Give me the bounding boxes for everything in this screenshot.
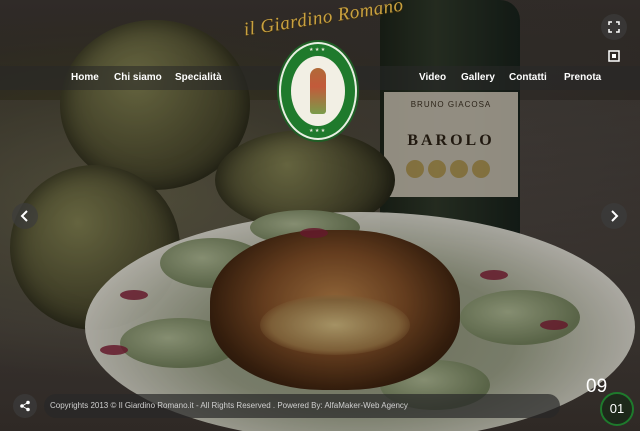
logo-emblem[interactable]: ★ ★ ★ ★ ★ ★ <box>279 42 357 140</box>
share-icon <box>20 400 30 412</box>
nav-video[interactable]: Video <box>419 66 446 90</box>
nav-specialita[interactable]: Specialità <box>175 66 222 90</box>
nav-prenota[interactable]: Prenota <box>564 66 601 90</box>
slide-counter: 09 01 <box>578 372 636 430</box>
emblem-picture <box>291 56 345 126</box>
nav-contatti[interactable]: Contatti <box>509 66 547 90</box>
chevron-left-icon <box>20 210 28 222</box>
slide-current: 01 <box>600 392 634 426</box>
footer-bar: Copyrights 2013 © Il Giardino Romano.it … <box>44 394 560 418</box>
grid-icon <box>608 50 620 62</box>
next-slide-button[interactable] <box>601 203 627 229</box>
share-button[interactable] <box>13 394 37 418</box>
footer-copyright: Copyrights 2013 © Il Giardino Romano.it … <box>50 401 408 410</box>
nav-chi-siamo[interactable]: Chi siamo <box>114 66 162 90</box>
grid-button[interactable] <box>604 46 624 66</box>
prev-slide-button[interactable] <box>12 203 38 229</box>
nav-home[interactable]: Home <box>71 66 99 90</box>
fullscreen-icon <box>608 21 620 33</box>
slide-total: 09 <box>586 376 608 397</box>
emblem-figure <box>310 68 326 114</box>
chevron-right-icon <box>611 210 619 222</box>
fullscreen-button[interactable] <box>601 14 627 40</box>
nav-gallery[interactable]: Gallery <box>461 66 495 90</box>
